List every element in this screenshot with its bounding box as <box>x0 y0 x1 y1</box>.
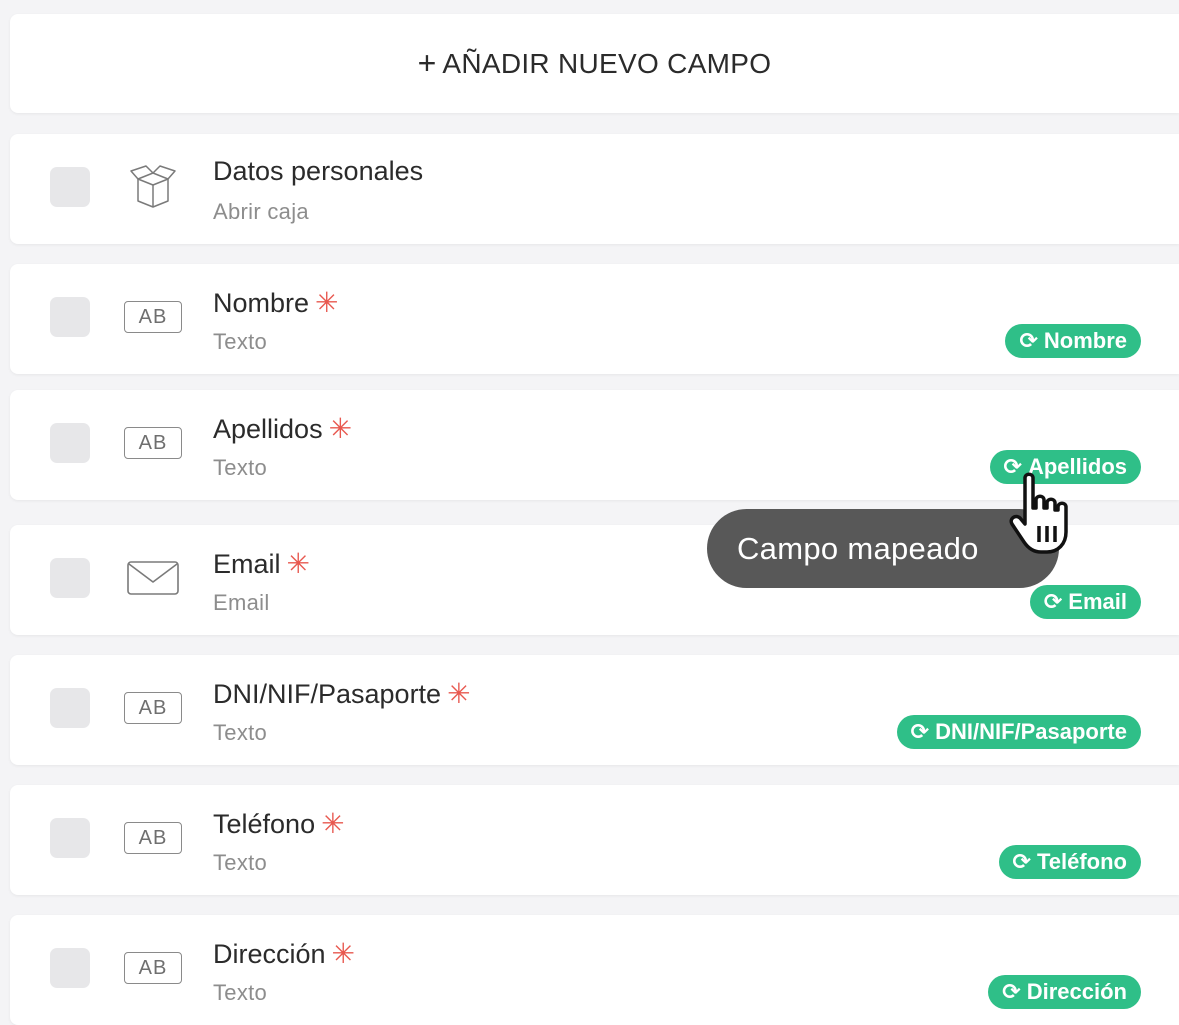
required-asterisk-icon: ✳ <box>286 548 310 579</box>
field-subtitle: Texto <box>213 850 268 875</box>
mapped-field-badge[interactable]: ⟳ Teléfono <box>998 845 1141 879</box>
box-icon <box>122 165 184 208</box>
field-title: Teléfono ✳ <box>213 808 345 839</box>
field-subtitle: Texto <box>213 455 268 480</box>
mapped-field-badge[interactable]: ⟳ Nombre <box>1005 324 1141 358</box>
row-checkbox[interactable] <box>50 423 90 463</box>
field-row-direccion[interactable]: AB Dirección ✳ Texto ⟳ Dirección <box>10 915 1179 1025</box>
add-new-field-label: AÑADIR NUEVO CAMPO <box>442 47 772 79</box>
sync-icon: ⟳ <box>1019 328 1038 353</box>
field-subtitle: Texto <box>213 720 268 745</box>
row-checkbox[interactable] <box>50 818 90 858</box>
row-checkbox[interactable] <box>50 688 90 728</box>
required-asterisk-icon: ✳ <box>447 678 471 709</box>
mapped-field-badge[interactable]: ⟳ Dirección <box>988 975 1141 1009</box>
row-checkbox[interactable] <box>50 948 90 988</box>
field-title: Email ✳ <box>213 548 310 579</box>
field-row-nombre[interactable]: AB Nombre ✳ Texto ⟳ Nombre <box>10 264 1179 374</box>
row-checkbox[interactable] <box>50 297 90 337</box>
field-title: Nombre ✳ <box>213 287 339 318</box>
field-title: Datos personales <box>213 156 424 186</box>
field-row-datos-personales[interactable]: Datos personales Abrir caja <box>10 134 1179 244</box>
text-field-icon: AB <box>122 297 184 337</box>
field-row-dni[interactable]: AB DNI/NIF/Pasaporte ✳ Texto ⟳ DNI/NIF/Pa… <box>10 655 1179 765</box>
sync-icon: ⟳ <box>1002 979 1021 1004</box>
hand-pointer-cursor-icon <box>1003 470 1083 560</box>
field-title: DNI/NIF/Pasaporte ✳ <box>213 678 471 709</box>
field-subtitle: Abrir caja <box>213 199 309 224</box>
field-subtitle: Texto <box>213 329 268 354</box>
required-asterisk-icon: ✳ <box>321 808 345 839</box>
required-asterisk-icon: ✳ <box>331 938 356 969</box>
envelope-icon <box>122 558 184 598</box>
required-asterisk-icon: ✳ <box>328 413 353 444</box>
required-asterisk-icon: ✳ <box>315 287 339 318</box>
row-checkbox[interactable] <box>50 558 90 598</box>
field-row-telefono[interactable]: AB Teléfono ✳ Texto ⟳ Teléfono <box>10 785 1179 895</box>
sync-icon: ⟳ <box>1043 589 1063 614</box>
text-field-icon: AB <box>122 688 184 728</box>
mapped-field-badge[interactable]: ⟳ DNI/NIF/Pasaporte <box>896 715 1141 749</box>
field-subtitle: Texto <box>213 980 268 1005</box>
sync-icon: ⟳ <box>910 719 930 744</box>
mapped-field-badge[interactable]: ⟳ Email <box>1029 585 1141 619</box>
plus-icon: + <box>417 45 437 81</box>
field-title: Dirección ✳ <box>213 938 356 969</box>
row-checkbox[interactable] <box>50 167 90 207</box>
add-new-field-button[interactable]: + AÑADIR NUEVO CAMPO <box>10 14 1179 113</box>
text-field-icon: AB <box>122 948 184 988</box>
text-field-icon: AB <box>122 818 184 858</box>
field-title: Apellidos ✳ <box>213 413 353 444</box>
field-subtitle: Email <box>213 590 270 615</box>
text-field-icon: AB <box>122 423 184 463</box>
sync-icon: ⟳ <box>1012 849 1031 874</box>
